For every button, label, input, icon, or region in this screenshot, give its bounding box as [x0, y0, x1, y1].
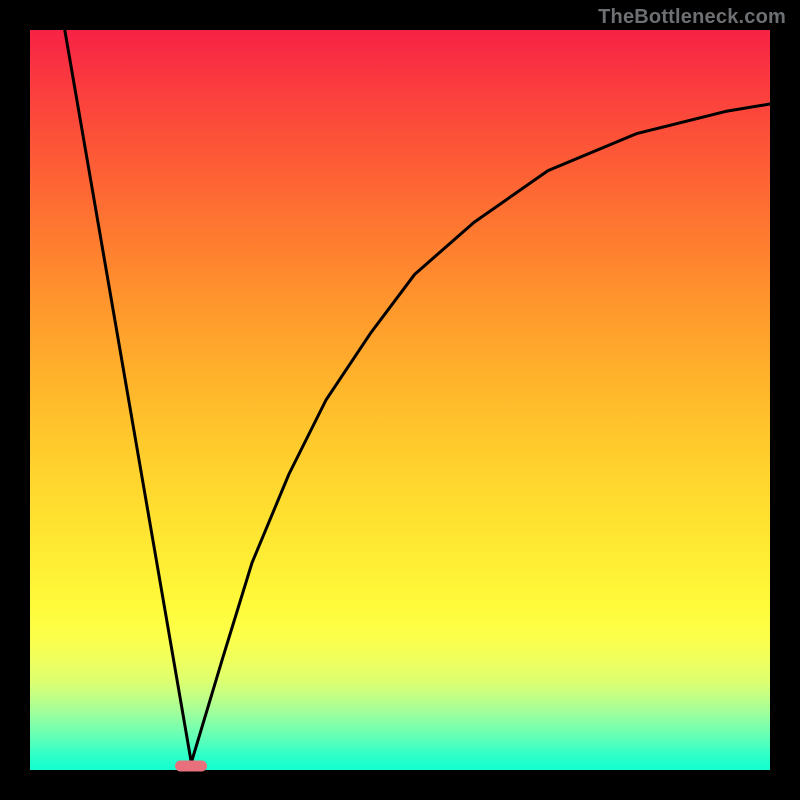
- curve-path: [65, 30, 770, 763]
- plot-area: [30, 30, 770, 770]
- bottleneck-curve: [30, 30, 770, 770]
- optimal-point-marker: [175, 761, 207, 772]
- chart-frame: TheBottleneck.com: [0, 0, 800, 800]
- attribution-label: TheBottleneck.com: [598, 6, 786, 29]
